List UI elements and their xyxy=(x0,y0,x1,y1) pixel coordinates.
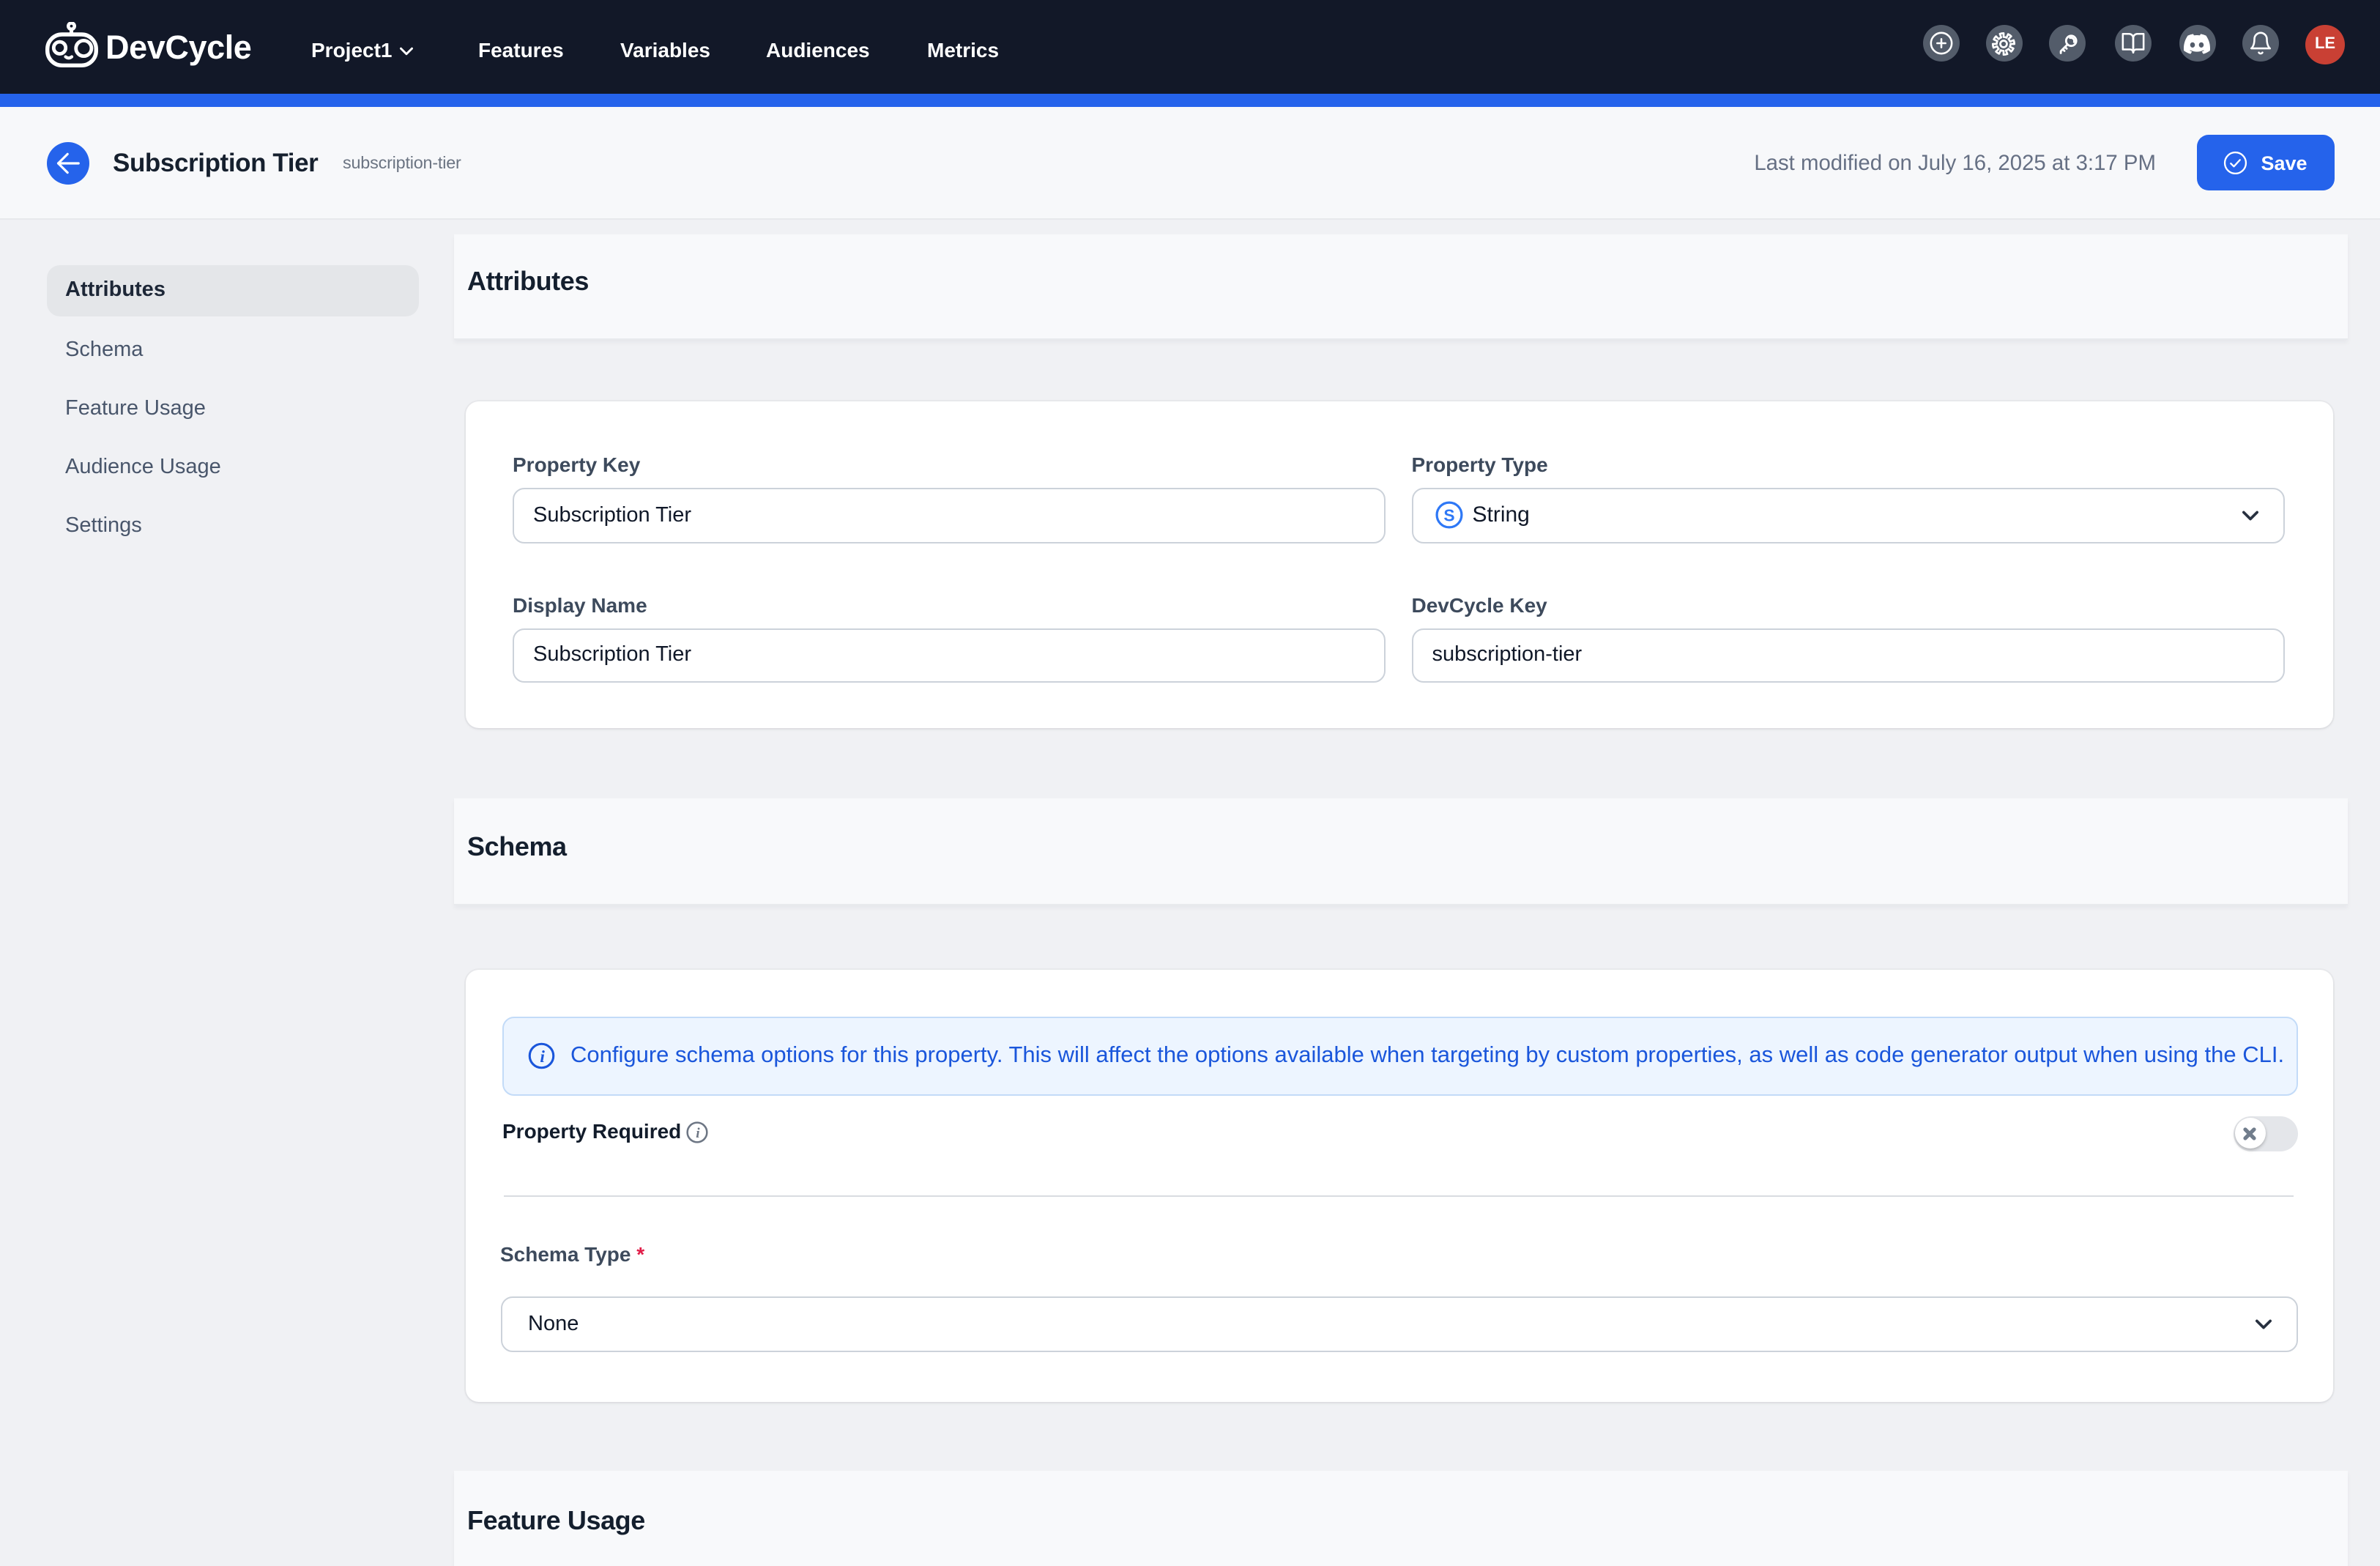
svg-text:S: S xyxy=(1443,506,1454,525)
svg-text:i: i xyxy=(696,1125,700,1140)
svg-text:i: i xyxy=(539,1047,544,1066)
